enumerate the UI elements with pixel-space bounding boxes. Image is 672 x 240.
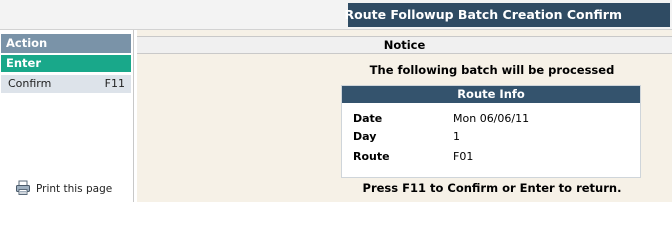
route-info-title: Route Info [342,86,640,103]
action-confirm-label: Confirm [8,77,52,90]
action-confirm-shortcut: F11 [104,77,125,90]
action-confirm[interactable]: Confirm F11 [1,75,131,93]
info-row-day: Day 1 [342,130,640,148]
date-label: Date [353,112,383,125]
action-enter-label: Enter [6,56,42,70]
action-enter[interactable]: Enter [1,55,131,72]
day-value: 1 [453,130,460,143]
title-bar: Route Followup Batch Creation Confirm [344,3,670,27]
action-sidebar: Action Enter Confirm F11 Print this page [0,30,134,202]
main-content: Notice The following batch will be proce… [137,30,672,202]
app-header: Route Followup Batch Creation Confirm [0,0,672,30]
print-page-label: Print this page [36,183,113,195]
action-heading: Action [1,34,131,53]
route-value: F01 [453,150,474,163]
notice-header: Notice [137,36,672,54]
route-info-panel: Route Info Date Mon 06/06/11 Day 1 Route… [341,85,641,178]
info-row-route: Route F01 [342,150,640,168]
page-title: Route Followup Batch Creation Confirm [344,7,622,22]
printer-icon [16,180,30,195]
notice-message: The following batch will be processed [369,63,615,77]
day-label: Day [353,130,377,143]
confirm-instruction: Press F11 to Confirm or Enter to return. [362,181,622,195]
date-value: Mon 06/06/11 [453,112,530,125]
route-label: Route [353,150,390,163]
info-row-date: Date Mon 06/06/11 [342,112,640,130]
